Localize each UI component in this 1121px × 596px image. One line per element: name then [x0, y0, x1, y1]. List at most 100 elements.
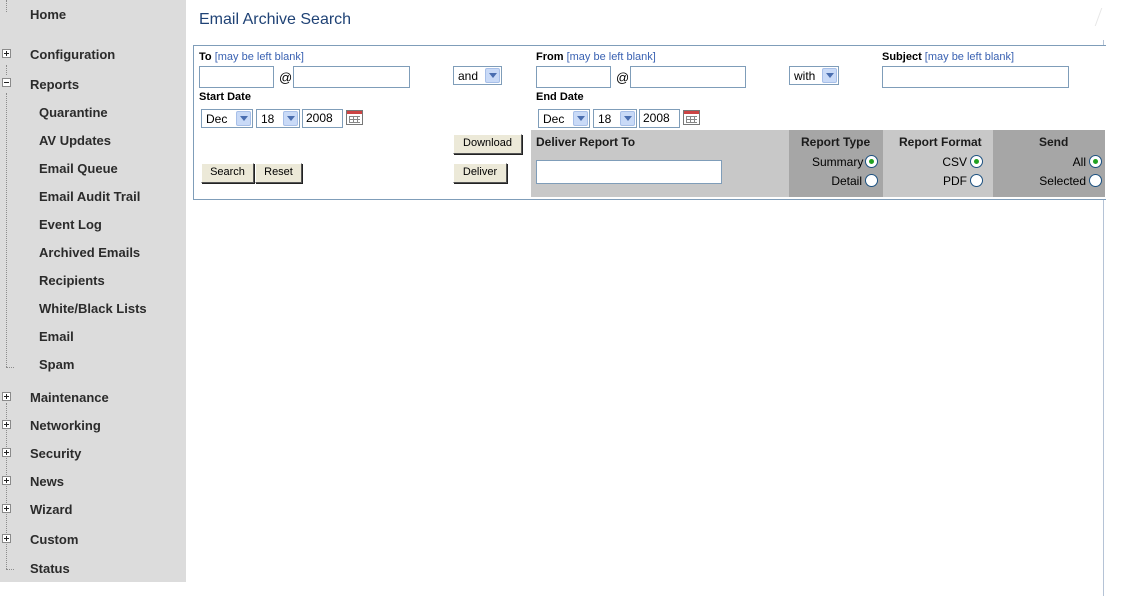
sidebar-nav: Home Configuration Reports Quarantine AV… [0, 0, 186, 596]
sidebar-item-news[interactable]: News [0, 467, 186, 495]
deliver-report-to-label: Deliver Report To [536, 135, 636, 149]
to-at-sign: @ [279, 70, 293, 85]
sidebar-item-configuration[interactable]: Configuration [0, 41, 186, 69]
start-date-label: Start Date [199, 91, 251, 103]
sidebar-item-av-updates[interactable]: AV Updates [0, 126, 186, 154]
sidebar-item-security[interactable]: Security [0, 439, 186, 467]
selected-radio[interactable] [1089, 174, 1102, 187]
calendar-icon[interactable] [683, 110, 700, 125]
expand-plus-icon[interactable] [2, 476, 11, 485]
sidebar-item-label: Email Queue [39, 161, 118, 176]
window-edge [1094, 8, 1112, 26]
sidebar-item-label: Email [39, 329, 74, 344]
sidebar-item-status[interactable]: Status [0, 554, 186, 582]
pdf-option-label: PDF [943, 174, 967, 188]
sidebar-item-wizard[interactable]: Wizard [0, 495, 186, 523]
all-option-label: All [1072, 155, 1086, 169]
sidebar-item-networking[interactable]: Networking [0, 411, 186, 439]
pdf-radio[interactable] [970, 174, 983, 187]
reset-button[interactable]: Reset [255, 163, 302, 183]
sidebar-item-label: AV Updates [39, 133, 111, 148]
csv-radio[interactable] [970, 155, 983, 168]
download-button[interactable]: Download [453, 134, 522, 154]
sidebar-item-label: Custom [30, 532, 79, 547]
sidebar-item-home[interactable]: Home [0, 0, 186, 28]
chevron-down-icon[interactable] [485, 68, 500, 83]
sidebar-item-label: White/Black Lists [39, 301, 147, 316]
to-label: To [may be left blank] [199, 51, 304, 63]
sidebar-item-quarantine[interactable]: Quarantine [0, 98, 186, 126]
and-or-select[interactable]: and [453, 66, 502, 85]
detail-option-label: Detail [831, 174, 862, 188]
to-domain-input[interactable] [293, 66, 410, 88]
sidebar-item-label: Quarantine [39, 105, 108, 120]
search-button[interactable]: Search [201, 163, 254, 183]
end-date-label: End Date [536, 91, 584, 103]
calendar-icon[interactable] [346, 110, 363, 125]
with-select-value: with [794, 69, 816, 83]
to-label-text: To [199, 51, 212, 63]
chevron-down-icon[interactable] [236, 111, 251, 126]
start-year-input[interactable]: 2008 [302, 109, 343, 128]
expand-plus-icon[interactable] [2, 534, 11, 543]
end-day-value: 18 [598, 112, 612, 126]
expand-plus-icon[interactable] [2, 448, 11, 457]
chevron-down-icon[interactable] [283, 111, 298, 126]
chevron-down-icon[interactable] [573, 111, 588, 126]
end-year-input[interactable]: 2008 [639, 109, 680, 128]
sidebar-item-label: Event Log [39, 217, 102, 232]
sidebar-panel: Home Configuration Reports Quarantine AV… [0, 0, 186, 582]
sidebar-item-recipients[interactable]: Recipients [0, 266, 186, 294]
deliver-report-to-input[interactable] [536, 160, 722, 184]
sidebar-item-label: Home [30, 7, 67, 22]
sidebar-item-custom[interactable]: Custom [0, 525, 186, 553]
from-user-input[interactable] [536, 66, 611, 88]
sidebar-item-event-log[interactable]: Event Log [0, 210, 186, 238]
chevron-down-icon[interactable] [822, 68, 837, 83]
from-label: From [may be left blank] [536, 51, 656, 63]
report-type-header: Report Type [801, 135, 871, 149]
sidebar-item-email-audit-trail[interactable]: Email Audit Trail [0, 182, 186, 210]
sidebar-item-label: Status [30, 561, 70, 576]
start-month-value: Dec [206, 112, 228, 126]
csv-option-label: CSV [942, 155, 967, 169]
chevron-down-icon[interactable] [620, 111, 635, 126]
start-month-select[interactable]: Dec [201, 109, 253, 128]
sidebar-item-label: Recipients [39, 273, 105, 288]
sidebar-item-label: News [30, 474, 64, 489]
selected-option-label: Selected [1039, 174, 1086, 188]
sidebar-item-label: Maintenance [30, 390, 109, 405]
sidebar-item-reports[interactable]: Reports [0, 70, 186, 98]
collapse-minus-icon[interactable] [2, 78, 11, 87]
sidebar-item-maintenance[interactable]: Maintenance [0, 383, 186, 411]
deliver-button[interactable]: Deliver [453, 163, 507, 183]
sidebar-item-label: Spam [39, 357, 75, 372]
sidebar-item-archived-emails[interactable]: Archived Emails [0, 238, 186, 266]
to-hint: [may be left blank] [214, 51, 304, 63]
to-user-input[interactable] [199, 66, 274, 88]
from-domain-input[interactable] [630, 66, 746, 88]
subject-hint: [may be left blank] [924, 51, 1015, 63]
subject-input[interactable] [882, 66, 1069, 88]
from-label-text: From [536, 51, 564, 63]
and-or-select-value: and [458, 69, 479, 83]
sidebar-item-email-queue[interactable]: Email Queue [0, 154, 186, 182]
expand-plus-icon[interactable] [2, 49, 11, 58]
expand-plus-icon[interactable] [2, 420, 11, 429]
sidebar-item-label: Reports [30, 77, 80, 92]
sidebar-item-spam[interactable]: Spam [0, 350, 186, 378]
with-select[interactable]: with [789, 66, 839, 85]
subject-label-text: Subject [882, 51, 922, 63]
from-at-sign: @ [616, 70, 630, 85]
all-radio[interactable] [1089, 155, 1102, 168]
start-day-select[interactable]: 18 [256, 109, 300, 128]
end-day-select[interactable]: 18 [593, 109, 637, 128]
summary-radio[interactable] [865, 155, 878, 168]
expand-plus-icon[interactable] [2, 504, 11, 513]
sidebar-item-email[interactable]: Email [0, 322, 186, 350]
end-month-select[interactable]: Dec [538, 109, 590, 128]
expand-plus-icon[interactable] [2, 392, 11, 401]
sidebar-item-label: Wizard [30, 502, 73, 517]
sidebar-item-white-black-lists[interactable]: White/Black Lists [0, 294, 186, 322]
detail-radio[interactable] [865, 174, 878, 187]
